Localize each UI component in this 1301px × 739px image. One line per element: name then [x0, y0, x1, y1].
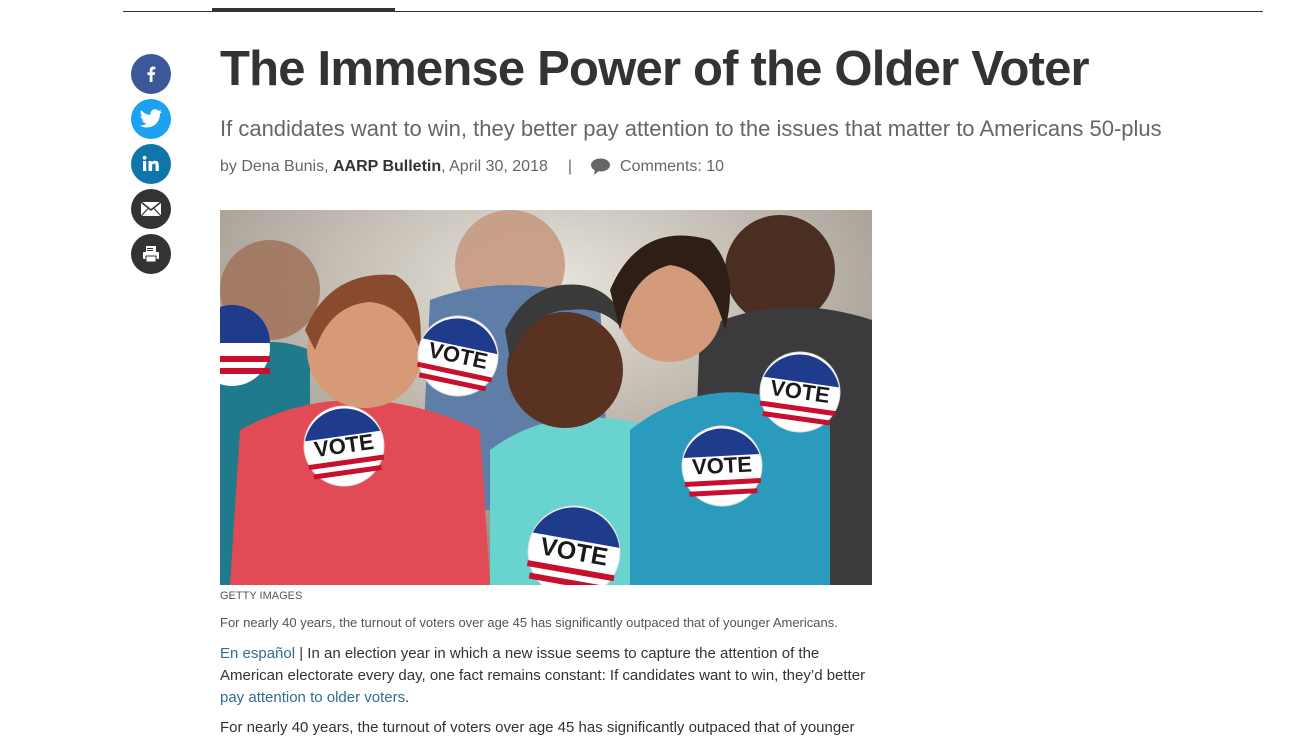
- hero-image: VOTE VOTE VOTE VOTE VOTE: [220, 210, 872, 585]
- article-paragraph-1: En español | In an election year in whic…: [220, 643, 880, 709]
- publication: AARP Bulletin: [332, 157, 442, 175]
- byline-separator: |: [567, 157, 573, 175]
- en-espanol-link[interactable]: En español: [220, 645, 295, 662]
- twitter-icon: [139, 109, 163, 128]
- email-icon: [140, 201, 162, 217]
- hero-photo: VOTE VOTE VOTE VOTE VOTE: [220, 210, 872, 585]
- twitter-share-button[interactable]: [131, 99, 171, 139]
- byline: by Dena Bunis, AARP Bulletin, April 30, …: [220, 157, 724, 176]
- linkedin-icon: [142, 155, 159, 171]
- active-section-indicator: [212, 8, 395, 12]
- paragraph-1-end: .: [405, 689, 410, 706]
- article-paragraph-2: For nearly 40 years, the turnout of vote…: [220, 719, 855, 736]
- svg-text:VOTE: VOTE: [691, 451, 752, 479]
- article-title: The Immense Power of the Older Voter: [220, 42, 1090, 96]
- image-caption: For nearly 40 years, the turnout of vote…: [220, 615, 838, 630]
- print-button[interactable]: [131, 234, 171, 274]
- image-credit: GETTY IMAGES: [220, 590, 303, 602]
- paragraph-1-text: | In an election year in which a new iss…: [220, 645, 866, 684]
- facebook-icon: [147, 66, 156, 82]
- share-bar: [131, 54, 171, 274]
- linkedin-share-button[interactable]: [131, 144, 171, 184]
- comment-bubble-icon[interactable]: [590, 157, 611, 176]
- author: by Dena Bunis,: [220, 157, 329, 175]
- print-icon: [143, 246, 159, 263]
- older-voters-link[interactable]: pay attention to older voters: [220, 689, 405, 706]
- comments-link[interactable]: Comments: 10: [620, 158, 724, 176]
- publish-date: , April 30, 2018: [441, 157, 548, 175]
- email-share-button[interactable]: [131, 189, 171, 229]
- article-subtitle: If candidates want to win, they better p…: [220, 116, 1162, 141]
- facebook-share-button[interactable]: [131, 54, 171, 94]
